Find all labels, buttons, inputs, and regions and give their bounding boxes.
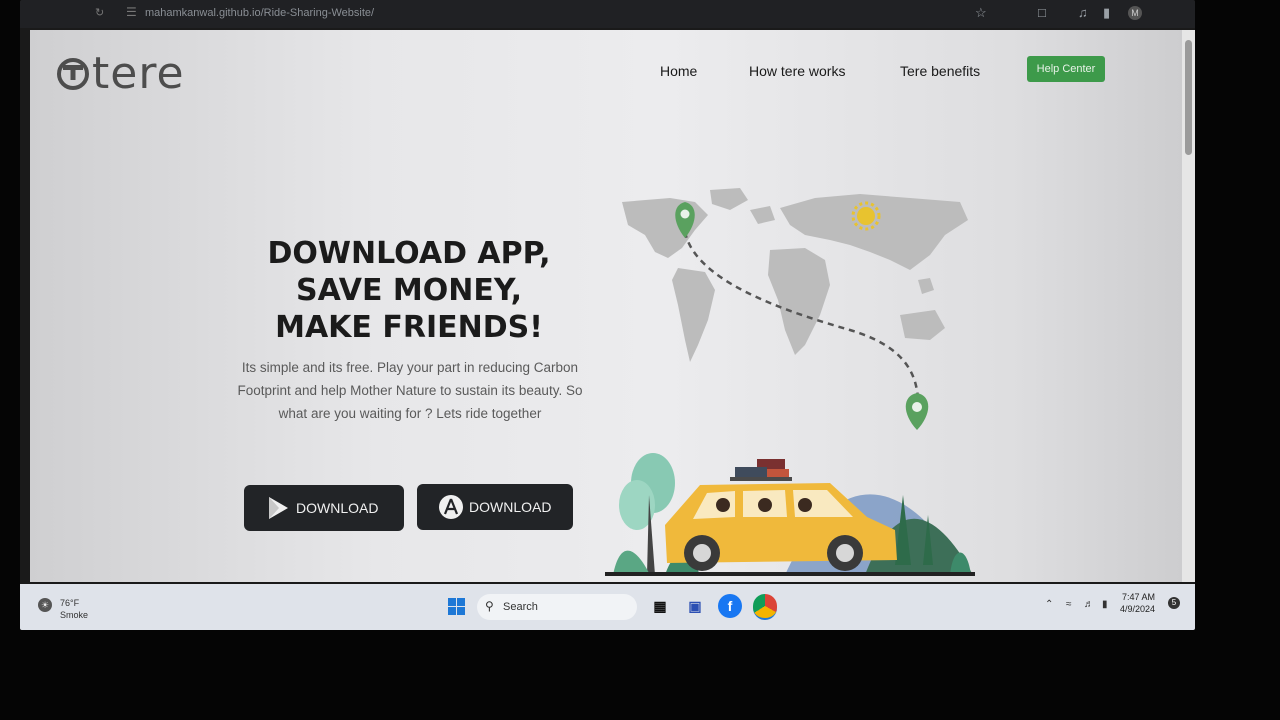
taskbar-search[interactable]: ⚲ Search: [477, 594, 637, 620]
nav-how-tere-works[interactable]: How tere works: [749, 63, 845, 79]
hero-title-line: MAKE FRIENDS!: [275, 310, 543, 345]
extensions-icon[interactable]: □: [1038, 5, 1046, 20]
app-store-download-button[interactable]: DOWNLOAD: [417, 484, 573, 530]
volume-icon[interactable]: ♬: [1084, 599, 1094, 610]
help-center-button[interactable]: Help Center: [1027, 56, 1105, 82]
profile-avatar[interactable]: M: [1128, 6, 1142, 20]
weather-condition: Smoke: [60, 610, 89, 620]
hero-title-line: DOWNLOAD APP,: [267, 236, 551, 271]
windows-taskbar: ☀ 76°F Smoke ⚲ Search ▦ ▣ f ⌃ ≈ ♬ ▮ 7:47…: [20, 584, 1195, 630]
star-icon[interactable]: ☆: [975, 5, 987, 21]
site-settings-icon[interactable]: ☰: [126, 5, 137, 19]
clock-time: 7:47 AM: [1122, 592, 1156, 602]
webpage: tere Home How tere works Tere benefits H…: [30, 30, 1182, 582]
hero-title-line: SAVE MONEY,: [295, 273, 523, 308]
windows-start-icon[interactable]: [448, 598, 465, 615]
sidebar-icon[interactable]: ▮: [1103, 5, 1110, 21]
power-logo-icon: [57, 58, 89, 90]
monitor-screen: ↻ ☰ mahamkanwal.github.io/Ride-Sharing-W…: [20, 0, 1195, 630]
hero-title: DOWNLOAD APP, SAVE MONEY, MAKE FRIENDS!: [220, 235, 598, 346]
download-label: DOWNLOAD: [296, 500, 379, 516]
scrollbar-thumb[interactable]: [1185, 40, 1192, 155]
facebook-icon[interactable]: f: [718, 594, 742, 618]
google-play-download-button[interactable]: DOWNLOAD: [244, 485, 404, 531]
weather-icon: ☀: [38, 598, 52, 612]
world-map-continents: [622, 188, 968, 362]
system-clock[interactable]: 7:47 AM 4/9/2024: [1120, 591, 1155, 615]
download-label: DOWNLOAD: [469, 499, 552, 515]
search-label: Search: [503, 601, 538, 613]
chrome-icon[interactable]: [753, 594, 777, 620]
nav-home[interactable]: Home: [660, 63, 697, 79]
file-explorer-icon[interactable]: ▦: [648, 594, 672, 618]
address-bar[interactable]: mahamkanwal.github.io/Ride-Sharing-Websi…: [145, 7, 374, 19]
app-store-icon: [439, 495, 463, 519]
chat-icon[interactable]: ▣: [683, 594, 707, 618]
notification-badge[interactable]: 5: [1168, 597, 1180, 609]
hero-subtitle: Its simple and its free. Play your part …: [237, 360, 583, 421]
world-map-illustration: [622, 188, 968, 411]
car-illustration: [605, 453, 975, 576]
page-scrollbar[interactable]: [1182, 30, 1195, 582]
reload-icon[interactable]: ↻: [95, 6, 104, 19]
clock-date: 4/9/2024: [1120, 604, 1156, 614]
media-icon[interactable]: ♫: [1078, 5, 1088, 20]
chevron-up-icon[interactable]: ⌃: [1045, 599, 1053, 610]
nav-tere-benefits[interactable]: Tere benefits: [900, 63, 980, 79]
logo-text: tere: [92, 48, 185, 99]
search-icon: ⚲: [485, 599, 494, 613]
google-play-icon: [269, 497, 288, 519]
weather-temp: 76°F: [60, 598, 80, 608]
battery-icon[interactable]: ▮: [1102, 599, 1108, 610]
site-logo[interactable]: tere: [56, 52, 185, 96]
wifi-icon[interactable]: ≈: [1066, 599, 1072, 610]
browser-toolbar: ↻ ☰ mahamkanwal.github.io/Ride-Sharing-W…: [20, 0, 1195, 28]
